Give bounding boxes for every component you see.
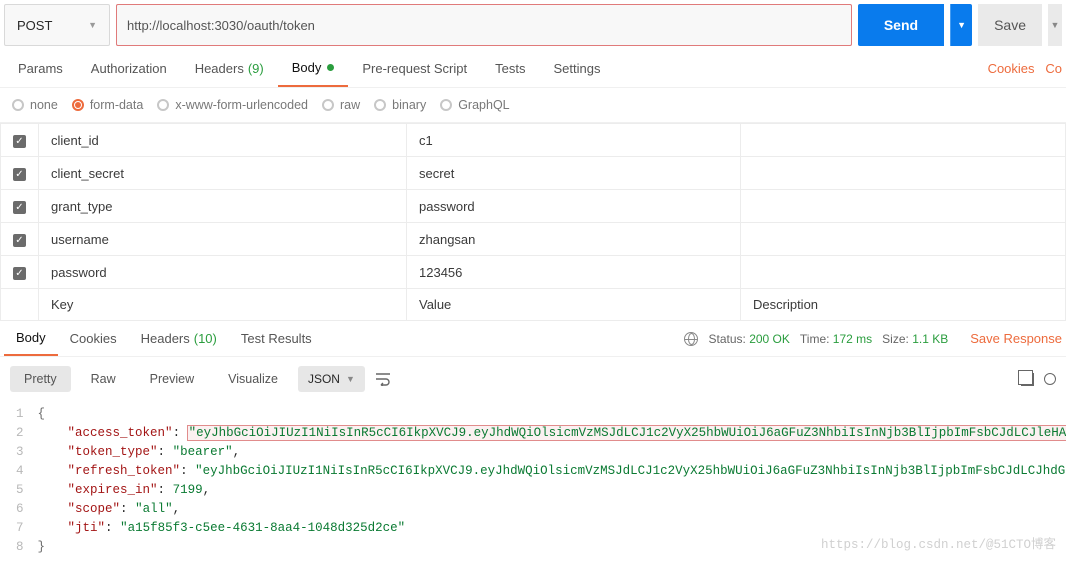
copy-icon[interactable]	[1021, 373, 1034, 386]
body-type-graphql[interactable]: GraphQL	[440, 98, 509, 112]
form-desc[interactable]	[741, 190, 1066, 223]
radio-icon	[374, 99, 386, 111]
table-row: grant_typepassword	[1, 190, 1066, 223]
code-link[interactable]: Co	[1045, 61, 1062, 76]
checkbox-icon[interactable]	[13, 168, 26, 181]
body-type-none[interactable]: none	[12, 98, 58, 112]
tab-headers[interactable]: Headers (9)	[181, 50, 278, 87]
body-type-form-data[interactable]: form-data	[72, 98, 144, 112]
chevron-down-icon: ▼	[346, 374, 355, 384]
checkbox-icon[interactable]	[13, 234, 26, 247]
radio-icon	[12, 99, 24, 111]
tab-authorization[interactable]: Authorization	[77, 50, 181, 87]
wrap-lines-icon[interactable]	[371, 367, 395, 391]
status-value: 200 OK	[749, 332, 790, 346]
form-key[interactable]: username	[39, 223, 407, 256]
checkbox-icon[interactable]	[13, 201, 26, 214]
url-input[interactable]	[116, 4, 852, 46]
tab-body-dot-icon	[327, 64, 334, 71]
http-method-value: POST	[17, 18, 52, 33]
resp-headers-count: (10)	[194, 331, 217, 346]
form-desc[interactable]	[741, 157, 1066, 190]
time-value: 172 ms	[833, 332, 872, 346]
body-type-xwww[interactable]: x-www-form-urlencoded	[157, 98, 308, 112]
table-row: client_secretsecret	[1, 157, 1066, 190]
cookies-link[interactable]: Cookies	[988, 61, 1035, 76]
form-data-table: client_idc1 client_secretsecret grant_ty…	[0, 123, 1066, 321]
tab-tests[interactable]: Tests	[481, 50, 539, 87]
form-value[interactable]: c1	[407, 124, 741, 157]
form-desc[interactable]	[741, 256, 1066, 289]
resp-tab-body[interactable]: Body	[4, 321, 58, 356]
chevron-down-icon: ▼	[88, 20, 97, 30]
globe-icon[interactable]	[684, 332, 698, 346]
viewer-visualize[interactable]: Visualize	[214, 366, 292, 392]
resp-tab-headers[interactable]: Headers (10)	[129, 321, 229, 356]
form-desc[interactable]	[741, 124, 1066, 157]
line-numbers: 12345678	[0, 401, 34, 561]
radio-selected-icon	[72, 99, 84, 111]
table-row: password123456	[1, 256, 1066, 289]
viewer-raw[interactable]: Raw	[77, 366, 130, 392]
tab-settings[interactable]: Settings	[539, 50, 614, 87]
viewer-preview[interactable]: Preview	[136, 366, 208, 392]
form-key[interactable]: grant_type	[39, 190, 407, 223]
form-key-placeholder[interactable]: Key	[39, 289, 407, 321]
radio-icon	[157, 99, 169, 111]
size-value: 1.1 KB	[912, 332, 948, 346]
radio-icon	[440, 99, 452, 111]
checkbox-icon[interactable]	[13, 267, 26, 280]
form-value[interactable]: zhangsan	[407, 223, 741, 256]
tab-pre-request-script[interactable]: Pre-request Script	[348, 50, 481, 87]
resp-tab-cookies[interactable]: Cookies	[58, 321, 129, 356]
save-dropdown-button[interactable]: ▼	[1048, 4, 1062, 46]
send-dropdown-button[interactable]: ▼	[950, 4, 972, 46]
form-desc[interactable]	[741, 223, 1066, 256]
resp-tab-test-results[interactable]: Test Results	[229, 321, 324, 356]
table-row: usernamezhangsan	[1, 223, 1066, 256]
viewer-pretty[interactable]: Pretty	[10, 366, 71, 392]
send-button[interactable]: Send	[858, 4, 944, 46]
checkbox-icon[interactable]	[13, 135, 26, 148]
status-label: Status:	[708, 332, 745, 346]
http-method-select[interactable]: POST ▼	[4, 4, 110, 46]
table-row: KeyValueDescription	[1, 289, 1066, 321]
tab-headers-label: Headers	[195, 61, 244, 76]
search-icon[interactable]	[1044, 373, 1056, 385]
save-response-button[interactable]: Save Response	[958, 331, 1062, 346]
form-key[interactable]: client_secret	[39, 157, 407, 190]
form-value[interactable]: password	[407, 190, 741, 223]
size-label: Size:	[882, 332, 909, 346]
tab-body[interactable]: Body	[278, 50, 349, 87]
tab-params[interactable]: Params	[4, 50, 77, 87]
viewer-format-select[interactable]: JSON▼	[298, 366, 365, 392]
save-button[interactable]: Save	[978, 4, 1042, 46]
tab-body-label: Body	[292, 60, 322, 75]
response-body[interactable]: 12345678 { "access_token": "eyJhbGciOiJI…	[0, 401, 1066, 561]
body-type-raw[interactable]: raw	[322, 98, 360, 112]
time-label: Time:	[800, 332, 830, 346]
form-key[interactable]: password	[39, 256, 407, 289]
form-key[interactable]: client_id	[39, 124, 407, 157]
table-row: client_idc1	[1, 124, 1066, 157]
form-value[interactable]: secret	[407, 157, 741, 190]
form-desc-placeholder[interactable]: Description	[741, 289, 1066, 321]
headers-count: (9)	[248, 61, 264, 76]
body-type-binary[interactable]: binary	[374, 98, 426, 112]
form-value[interactable]: 123456	[407, 256, 741, 289]
form-value-placeholder[interactable]: Value	[407, 289, 741, 321]
radio-icon	[322, 99, 334, 111]
watermark: https://blog.csdn.net/@51CTO博客	[821, 536, 1056, 555]
